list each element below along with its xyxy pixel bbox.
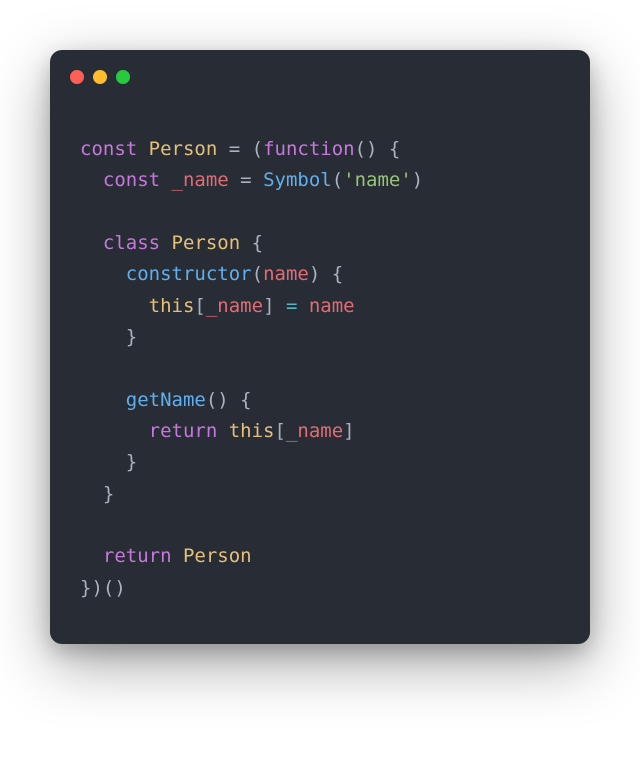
code-window: const Person = (function() { const _name… bbox=[50, 50, 590, 644]
method-getname: getName bbox=[126, 389, 206, 411]
punct: ] bbox=[343, 420, 354, 442]
keyword-class: class bbox=[103, 232, 160, 254]
minimize-icon[interactable] bbox=[93, 70, 107, 84]
keyword-this: this bbox=[217, 420, 274, 442]
method-constructor: constructor bbox=[126, 263, 252, 285]
punct: })() bbox=[80, 577, 126, 599]
punct: = bbox=[229, 169, 263, 191]
param-name: name bbox=[263, 263, 309, 285]
window-titlebar bbox=[50, 50, 590, 84]
keyword-return: return bbox=[149, 420, 218, 442]
punct: = ( bbox=[217, 138, 263, 160]
identifier-name: _name bbox=[206, 295, 263, 317]
maximize-icon[interactable] bbox=[116, 70, 130, 84]
identifier-person: Person bbox=[172, 545, 252, 567]
punct: ( bbox=[332, 169, 343, 191]
keyword-function: function bbox=[263, 138, 355, 160]
punct: () { bbox=[206, 389, 252, 411]
punct: } bbox=[103, 483, 114, 505]
keyword-const: const bbox=[80, 138, 137, 160]
punct: [ bbox=[274, 420, 285, 442]
punct: } bbox=[126, 326, 137, 348]
punct: () { bbox=[355, 138, 401, 160]
identifier-val: name bbox=[297, 295, 354, 317]
punct: [ bbox=[194, 295, 205, 317]
punct: ) bbox=[412, 169, 423, 191]
class-name: Person bbox=[160, 232, 240, 254]
keyword-this: this bbox=[149, 295, 195, 317]
identifier-person: Person bbox=[149, 138, 218, 160]
keyword-return: return bbox=[103, 545, 172, 567]
call-symbol: Symbol bbox=[263, 169, 332, 191]
punct: } bbox=[126, 451, 137, 473]
operator-assign: = bbox=[286, 295, 297, 317]
punct: { bbox=[240, 232, 263, 254]
identifier-name: _name bbox=[286, 420, 343, 442]
identifier-name: _name bbox=[160, 169, 229, 191]
punct: ) { bbox=[309, 263, 343, 285]
code-block: const Person = (function() { const _name… bbox=[50, 84, 590, 644]
string-literal: 'name' bbox=[343, 169, 412, 191]
punct: ] bbox=[263, 295, 286, 317]
punct: ( bbox=[252, 263, 263, 285]
keyword-const: const bbox=[103, 169, 160, 191]
close-icon[interactable] bbox=[70, 70, 84, 84]
